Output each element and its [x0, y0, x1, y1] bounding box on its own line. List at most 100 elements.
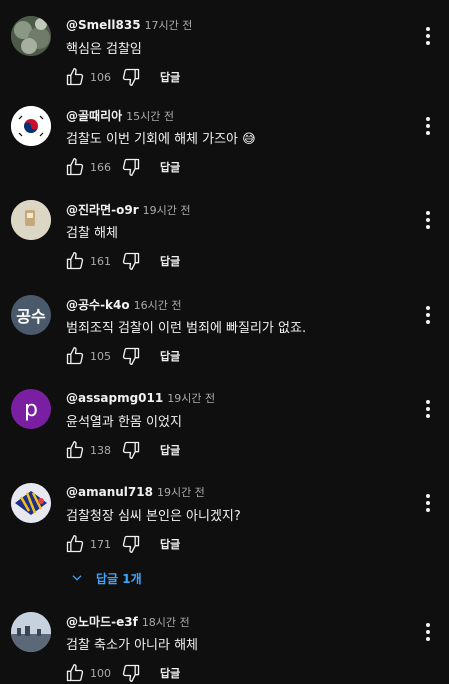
timestamp[interactable]: 17시간 전 [145, 19, 193, 32]
avatar[interactable] [11, 612, 51, 652]
comment-header: @노마드-e3f 18시간 전 [66, 613, 190, 630]
replies-count-label: 답글 1개 [96, 571, 142, 586]
like-button[interactable] [64, 156, 86, 178]
comment-header: @공수-k4o 16시간 전 [66, 296, 182, 313]
made-in-korea-logo [11, 106, 51, 146]
author-name[interactable]: @assapmg011 [66, 391, 163, 405]
thumb-up-icon [66, 441, 84, 459]
author-name[interactable]: @진라면-o9r [66, 203, 139, 217]
comment-actions: 106 답글 [64, 66, 180, 88]
more-vert-icon[interactable] [418, 301, 438, 329]
avatar[interactable] [11, 106, 51, 146]
more-vert-icon[interactable] [418, 395, 438, 423]
like-button[interactable] [64, 345, 86, 367]
dislike-button[interactable] [120, 662, 142, 684]
like-count: 100 [90, 666, 111, 680]
dislike-button[interactable] [120, 439, 142, 461]
dislike-button[interactable] [120, 345, 142, 367]
comment-actions: 100 답글 [64, 662, 180, 684]
comment-actions: 105 답글 [64, 345, 180, 367]
timestamp[interactable]: 15시간 전 [126, 110, 174, 123]
comments-list: @Smell835 17시간 전 핵심은 검찰임 106 답글 @골때리아 15… [0, 0, 449, 683]
like-button[interactable] [64, 533, 86, 555]
avatar-photo [11, 612, 51, 652]
more-vert-icon[interactable] [418, 618, 438, 646]
comment-text: 윤석열과 한몸 이었지 [66, 415, 182, 430]
thumb-down-icon [122, 535, 140, 553]
more-vert-icon[interactable] [418, 22, 438, 50]
comment-text: 검찰 해체 [66, 226, 118, 241]
comment-actions: 161 답글 [64, 250, 180, 272]
like-count: 138 [90, 443, 111, 457]
thumb-up-icon [66, 68, 84, 86]
comment-text: 검찰청장 심씨 본인은 아니겠지? [66, 509, 241, 524]
comment-actions: 166 답글 [64, 156, 180, 178]
thumb-up-icon [66, 535, 84, 553]
more-vert-icon[interactable] [418, 489, 438, 517]
thumb-up-icon [66, 664, 84, 682]
avatar[interactable] [11, 200, 51, 240]
comment-header: @Smell835 17시간 전 [66, 17, 192, 33]
like-button[interactable] [64, 250, 86, 272]
thumb-up-icon [66, 252, 84, 270]
reply-button[interactable]: 답글 [160, 159, 180, 175]
like-button[interactable] [64, 66, 86, 88]
reply-button[interactable]: 답글 [160, 536, 180, 552]
avatar-photo [11, 200, 51, 240]
comment-actions: 171 답글 [64, 533, 180, 555]
like-button[interactable] [64, 439, 86, 461]
avatar-photo [11, 16, 51, 56]
chevron-down-icon [72, 575, 82, 581]
show-replies-button[interactable]: 답글 1개 [70, 568, 142, 588]
author-name[interactable]: @Smell835 [66, 18, 141, 32]
thumb-down-icon [122, 68, 140, 87]
like-count: 171 [90, 537, 111, 551]
comment-text: 핵심은 검찰임 [66, 42, 142, 57]
thumb-down-icon [122, 252, 140, 270]
timestamp[interactable]: 19시간 전 [167, 392, 215, 405]
comment-header: @amanul718 19시간 전 [66, 484, 205, 500]
thumb-down-icon [122, 664, 140, 682]
reply-button[interactable]: 답글 [160, 348, 180, 364]
like-button[interactable] [64, 662, 86, 684]
dislike-button[interactable] [120, 156, 142, 178]
timestamp[interactable]: 19시간 전 [143, 204, 191, 217]
thumb-up-icon [66, 158, 84, 176]
thumb-down-icon [122, 347, 140, 365]
reply-button[interactable]: 답글 [160, 253, 180, 269]
comment-text: 범죄조직 검찰이 이런 범죄에 빠질리가 없죠. [66, 321, 307, 336]
comment-text: 검찰 축소가 아니라 해체 [66, 638, 198, 653]
comment-text: 검찰도 이번 기회에 해체 가즈아 😅 [66, 132, 256, 147]
dislike-button[interactable] [120, 66, 142, 88]
thumb-down-icon [122, 158, 140, 176]
avatar-photo [11, 483, 51, 523]
comment-header: @진라면-o9r 19시간 전 [66, 201, 190, 218]
dislike-button[interactable] [120, 250, 142, 272]
reply-button[interactable]: 답글 [160, 69, 180, 85]
avatar-initials: 공수 [16, 307, 46, 326]
timestamp[interactable]: 16시간 전 [134, 299, 182, 312]
reply-button[interactable]: 답글 [160, 442, 180, 458]
like-count: 161 [90, 254, 111, 268]
comment-actions: 138 답글 [64, 439, 180, 461]
like-count: 105 [90, 349, 111, 363]
more-vert-icon[interactable] [418, 112, 438, 140]
avatar-initials: p [24, 396, 38, 422]
author-name[interactable]: @골때리아 [66, 109, 122, 123]
comment-header: @골때리아 15시간 전 [66, 107, 174, 124]
like-count: 106 [90, 70, 111, 84]
timestamp[interactable]: 19시간 전 [157, 486, 205, 499]
timestamp[interactable]: 18시간 전 [142, 616, 190, 629]
thumb-down-icon [122, 441, 140, 459]
thumb-up-icon [66, 347, 84, 365]
avatar[interactable]: p [11, 389, 51, 429]
author-name[interactable]: @노마드-e3f [66, 615, 138, 629]
avatar[interactable]: 공수 [11, 295, 51, 335]
author-name[interactable]: @공수-k4o [66, 298, 130, 312]
avatar[interactable] [11, 483, 51, 523]
reply-button[interactable]: 답글 [160, 665, 180, 681]
more-vert-icon[interactable] [418, 206, 438, 234]
author-name[interactable]: @amanul718 [66, 485, 153, 499]
dislike-button[interactable] [120, 533, 142, 555]
avatar[interactable] [11, 16, 51, 56]
